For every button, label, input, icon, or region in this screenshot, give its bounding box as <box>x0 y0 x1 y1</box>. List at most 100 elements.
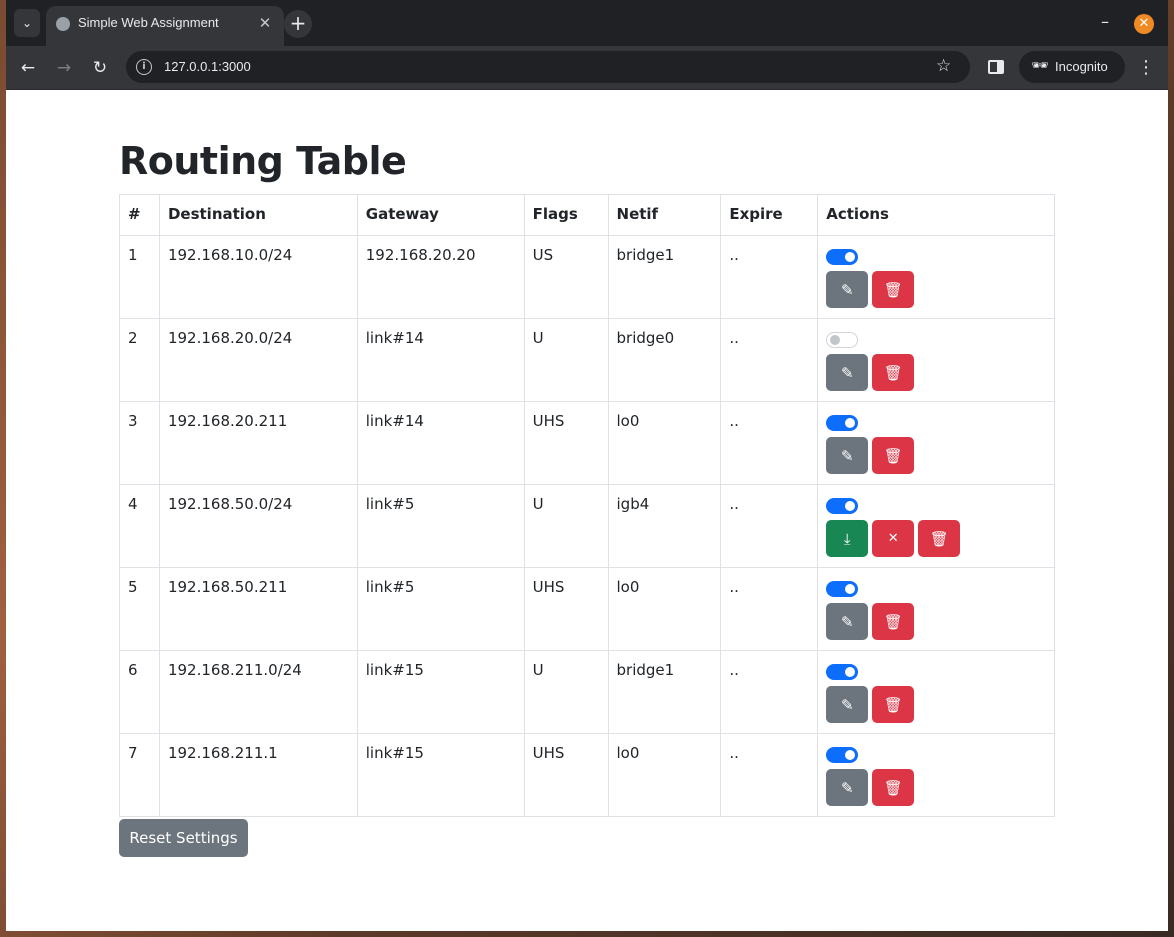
edit-button[interactable]: ✎ <box>826 354 869 391</box>
action-buttons: ⤓ ✕ 🗑 <box>826 520 1046 557</box>
trash-icon: 🗑 <box>929 529 949 548</box>
tab-bar: ⌄ Simple Web Assignment ✕ + – ✕ <box>6 0 1168 46</box>
pencil-icon: ✎ <box>840 778 854 797</box>
header-gateway: Gateway <box>356 194 525 236</box>
cell-expire: .. <box>720 650 819 734</box>
delete-button[interactable]: 🗑 <box>872 686 915 723</box>
forward-arrow-icon[interactable]: → <box>50 54 78 82</box>
back-arrow-icon[interactable]: ← <box>14 54 42 82</box>
trash-icon: 🗑 <box>883 446 903 465</box>
header-expire: Expire <box>720 194 819 236</box>
window-close-button[interactable]: ✕ <box>1134 14 1154 34</box>
cell-netif: bridge1 <box>607 235 722 319</box>
table-row: 6 192.168.211.0/24 link#15 Ubridge1.. ✎ 🗑 <box>119 650 1055 734</box>
action-buttons: ✎ 🗑 <box>826 686 1046 723</box>
edit-button[interactable]: ✎ <box>826 686 869 723</box>
cell-num: 4 <box>119 484 160 568</box>
enable-toggle[interactable] <box>826 747 859 763</box>
cell-actions: ✎ 🗑 <box>817 401 1055 485</box>
enable-toggle[interactable] <box>826 415 859 431</box>
edit-button[interactable]: ✎ <box>826 769 869 806</box>
bookmark-star-icon[interactable]: ☆ <box>936 56 951 76</box>
cell-num: 5 <box>119 567 160 651</box>
table-row: 1 192.168.10.0/24 192.168.20.20 US bridge1..… <box>119 235 1055 319</box>
enable-toggle[interactable] <box>826 249 859 265</box>
cell-destination: 192.168.50.0/24 <box>158 484 358 568</box>
enable-toggle[interactable] <box>826 581 859 597</box>
toggle-knob <box>845 584 856 594</box>
delete-button[interactable]: 🗑 <box>872 603 915 640</box>
table-body: 1 192.168.10.0/24 192.168.20.20 US bridge1..… <box>119 235 1055 817</box>
cell-num: 2 <box>119 318 160 402</box>
action-buttons: ✎ 🗑 <box>826 271 1046 308</box>
table-row: 2 192.168.20.0/24 link#14 Ubridge0.. ✎ 🗑 <box>119 318 1055 402</box>
address-bar[interactable]: i 127.0.0.1:3000 ☆ <box>126 51 970 83</box>
cell-destination: 192.168.10.0/24 <box>158 235 358 319</box>
reload-icon[interactable]: ↻ <box>86 54 114 82</box>
cell-expire: .. <box>720 484 819 568</box>
incognito-icon: 🕶 <box>1031 58 1049 74</box>
cell-destination: 192.168.50.211 <box>158 567 358 651</box>
close-icon: ✕ <box>887 531 899 546</box>
toggle-knob <box>845 667 856 677</box>
table-row: 5 192.168.50.211 link#5 UHS lo0.. ✎ 🗑 <box>119 567 1055 651</box>
table-row: 3 192.168.20.211 link#14 UHS lo0.. ✎ 🗑 <box>119 401 1055 485</box>
cell-expire: .. <box>720 401 819 485</box>
new-tab-button[interactable]: + <box>284 10 312 38</box>
cell-expire: .. <box>720 318 819 402</box>
table-row: 7 192.168.211.1 link#15 UHS lo0.. ✎ 🗑 <box>119 733 1055 817</box>
action-buttons: ✎ 🗑 <box>826 769 1046 806</box>
pencil-icon: ✎ <box>840 695 854 714</box>
trash-icon: 🗑 <box>883 280 903 299</box>
minimize-button[interactable]: – <box>1094 12 1116 34</box>
cell-actions: ✎ 🗑 <box>817 733 1055 817</box>
reset-settings-button[interactable]: Reset Settings <box>119 819 248 857</box>
edit-button[interactable]: ✎ <box>826 271 869 308</box>
toggle-knob <box>830 335 841 345</box>
cell-flags: U <box>523 484 609 568</box>
url-text[interactable]: 127.0.0.1:3000 <box>164 59 251 74</box>
cell-actions: ✎ 🗑 <box>817 235 1055 319</box>
cell-actions: ✎ 🗑 <box>817 650 1055 734</box>
incognito-badge[interactable]: 🕶 Incognito <box>1019 51 1125 83</box>
site-info-icon[interactable]: i <box>136 59 152 75</box>
cell-gateway: link#5 <box>356 567 525 651</box>
header-actions: Actions <box>817 194 1055 236</box>
trash-icon: 🗑 <box>883 778 903 797</box>
cell-destination: 192.168.20.211 <box>158 401 358 485</box>
cancel-button[interactable]: ✕ <box>872 520 915 557</box>
routing-table: # Destination Gateway Flags Netif Expire… <box>119 194 1055 817</box>
toggle-knob <box>845 418 856 428</box>
header-flags: Flags <box>523 194 609 236</box>
browser-tab[interactable]: Simple Web Assignment ✕ <box>46 6 284 46</box>
browser-window: ⌄ Simple Web Assignment ✕ + – ✕ ← → ↻ i … <box>6 0 1168 931</box>
save-button[interactable]: ⤓ <box>826 520 869 557</box>
cell-netif: igb4 <box>607 484 722 568</box>
delete-button[interactable]: 🗑 <box>872 437 915 474</box>
cell-num: 3 <box>119 401 160 485</box>
header-num: # <box>119 194 160 236</box>
cell-num: 7 <box>119 733 160 817</box>
cell-netif: bridge1 <box>607 650 722 734</box>
tab-search-icon[interactable]: ⌄ <box>14 9 40 37</box>
cell-flags: UHS <box>523 567 609 651</box>
enable-toggle[interactable] <box>826 664 859 680</box>
cell-flags: UHS <box>523 401 609 485</box>
delete-button[interactable]: 🗑 <box>872 769 915 806</box>
cell-expire: .. <box>720 733 819 817</box>
trash-icon: 🗑 <box>883 612 903 631</box>
toggle-knob <box>845 501 856 511</box>
header-netif: Netif <box>607 194 722 236</box>
cell-flags: U <box>523 318 609 402</box>
enable-toggle[interactable] <box>826 498 859 514</box>
side-panel-icon[interactable] <box>988 60 1004 74</box>
tab-close-icon[interactable]: ✕ <box>256 14 274 32</box>
enable-toggle[interactable] <box>826 332 859 348</box>
edit-button[interactable]: ✎ <box>826 437 869 474</box>
browser-menu-icon[interactable]: ⋮ <box>1134 54 1158 82</box>
pencil-icon: ✎ <box>840 363 854 382</box>
edit-button[interactable]: ✎ <box>826 603 869 640</box>
delete-button[interactable]: 🗑 <box>872 354 915 391</box>
delete-button[interactable]: 🗑 <box>918 520 961 557</box>
delete-button[interactable]: 🗑 <box>872 271 915 308</box>
